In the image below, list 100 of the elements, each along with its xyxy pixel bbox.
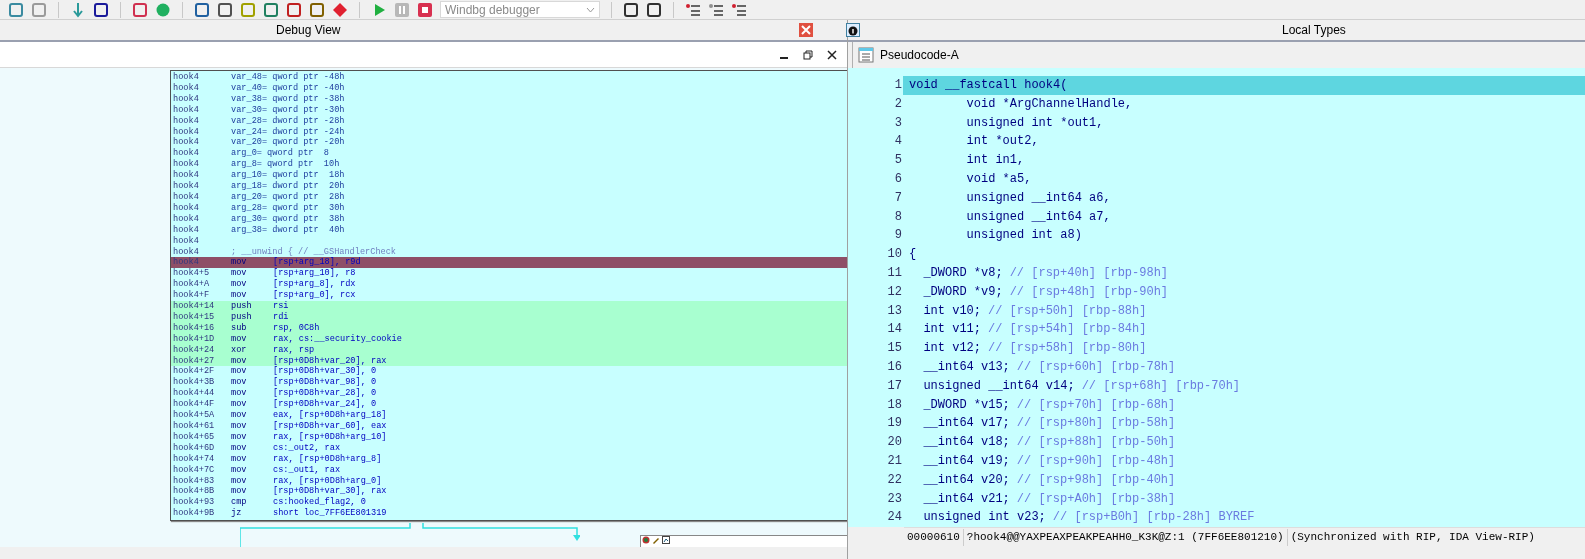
address: hook4+14: [172, 301, 216, 312]
code-text: unsigned __int64 a6,: [965, 189, 1111, 207]
mnemonic: push: [231, 301, 253, 312]
code-text: __int64 v19;: [922, 452, 1010, 470]
code-line[interactable]: 12 _DWORD *v9; // [rsp+48h] [rbp-90h]: [848, 282, 1585, 302]
status-location: ?hook4@@YAXPEAXPEAKPEAHH0_K3K@Z:1 (7FF6EE801210): [963, 529, 1288, 546]
close-button[interactable]: [799, 23, 813, 37]
disassembly-line[interactable]: hook4 arg_28= qword ptr 30h: [171, 202, 847, 214]
pseudocode-tab[interactable]: Pseudocode-A: [856, 46, 961, 64]
code-line[interactable]: 5 int in1,: [848, 151, 1585, 170]
debugger-dropdown[interactable]: Windbg debugger: [440, 1, 600, 18]
line-number: 14: [886, 321, 903, 339]
disassembly-line[interactable]: hook4+7C mov cs:_out1, rax: [171, 464, 847, 476]
disassembly-line[interactable]: hook4 var_40= qword ptr -40h: [171, 82, 847, 94]
code-comment: // [rsp+40h] [rbp-98h]: [1009, 264, 1169, 282]
code-line[interactable]: 18 _DWORD *v15; // [rsp+70h] [rbp-68h]: [848, 395, 1585, 415]
disassembly-line[interactable]: hook4 var_24= dword ptr -24h: [171, 126, 847, 138]
mnemonic: mov: [231, 268, 248, 280]
info-icon[interactable]: [846, 23, 860, 37]
disassembly-line[interactable]: hook4 var_38= qword ptr -38h: [171, 93, 847, 105]
code-comment: // [rsp+80h] [rbp-58h]: [1016, 415, 1176, 433]
code-line[interactable]: 9 unsigned int a8): [848, 226, 1585, 246]
mnemonic: push: [231, 311, 253, 323]
disassembly-line[interactable]: hook4+44 mov [rsp+0D8h+var_28], 0: [171, 388, 847, 400]
disassembly-line[interactable]: hook4+F mov [rsp+arg_0], rcx: [171, 290, 847, 302]
disassembly-line[interactable]: hook4+2F mov [rsp+0D8h+var_30], 0: [171, 366, 847, 378]
disassembly-line[interactable]: hook4: [171, 235, 847, 247]
code-line[interactable]: 10 {: [848, 245, 1585, 264]
code-line[interactable]: 2 void *ArgChannelHandle,: [848, 94, 1585, 114]
line-number: 13: [886, 302, 903, 320]
disassembly-line[interactable]: hook4+5A mov eax, [rsp+0D8h+arg_18]: [171, 410, 847, 421]
line-number: 24: [886, 509, 903, 527]
line-number: 12: [886, 283, 903, 301]
disassembly-line[interactable]: hook4 arg_38= dword ptr 40h: [171, 224, 847, 236]
operands: rsp, 0C8h: [273, 322, 320, 334]
disassembly-line[interactable]: hook4 ; __unwind { // __GSHandlerCheck: [171, 246, 847, 258]
operands: [rsp+0D8h+var_20], rax: [273, 355, 387, 366]
disassembly-line[interactable]: hook4 var_20= qword ptr -20h: [171, 137, 847, 149]
declaration: arg_20= qword ptr 28h: [231, 191, 345, 203]
disassembly-line[interactable]: hook4 arg_10= qword ptr 18h: [171, 170, 847, 182]
code-line[interactable]: 3 unsigned int *out1,: [848, 113, 1585, 133]
stop-icon[interactable]: [417, 1, 433, 18]
code-line[interactable]: 4 int *out2,: [848, 132, 1585, 152]
close-icon[interactable]: [827, 49, 837, 60]
code-text: __int64 v17;: [922, 415, 1010, 433]
code-text: unsigned __int64 v14;: [922, 377, 1075, 395]
disassembly-line[interactable]: hook4+83 mov rax, [rsp+0D8h+arg_0]: [171, 475, 847, 487]
disassembly-line[interactable]: hook4+5 mov [rsp+arg_10], r8: [171, 268, 847, 280]
disassembly-line[interactable]: hook4 arg_8= qword ptr 10h: [171, 159, 847, 171]
disassembly-line[interactable]: hook4 arg_0= qword ptr 8: [171, 148, 847, 160]
stop-sign-icon[interactable]: [332, 1, 348, 18]
disassembly-line[interactable]: hook4+93 cmp cs:hooked_flag2, 0: [171, 497, 847, 509]
code-line[interactable]: 15 int v12; // [rsp+58h] [rbp-80h]: [848, 339, 1585, 358]
disassembly-line[interactable]: hook4+9B jz short loc_7FF6EE801319: [171, 508, 847, 520]
restore-icon[interactable]: [803, 49, 813, 60]
code-text: _DWORD *v8;: [922, 264, 1003, 282]
address: hook4+3B: [172, 377, 216, 388]
line-number: 18: [886, 396, 903, 414]
disassembly-line[interactable]: hook4 var_48= qword ptr -48h: [171, 72, 847, 83]
code-line[interactable]: 20 __int64 v18; // [rsp+88h] [rbp-50h]: [848, 433, 1585, 452]
code-line[interactable]: 24 unsigned int v23; // [rsp+B0h] [rbp-28h] BYREF: [848, 508, 1585, 527]
code-line[interactable]: 14 int v11; // [rsp+54h] [rbp-84h]: [848, 320, 1585, 340]
disassembly-line[interactable]: hook4 var_28= dword ptr -28h: [171, 115, 847, 127]
code-line[interactable]: 19 __int64 v17; // [rsp+80h] [rbp-58h]: [848, 414, 1585, 434]
code-line[interactable]: 6 void *a5,: [848, 170, 1585, 189]
disassembly-line[interactable]: hook4+65 mov rax, [rsp+0D8h+arg_10]: [171, 431, 847, 443]
operands: eax, [rsp+0D8h+arg_18]: [273, 410, 387, 421]
disassembly-line[interactable]: hook4 var_30= qword ptr -30h: [171, 104, 847, 116]
code-line[interactable]: 23 __int64 v21; // [rsp+A0h] [rbp-38h]: [848, 489, 1585, 509]
step-down-icon[interactable]: [70, 1, 86, 18]
mnemonic: mov: [231, 442, 248, 454]
disassembly-line[interactable]: hook4 arg_20= qword ptr 28h: [171, 191, 847, 203]
code-line[interactable]: 13 int v10; // [rsp+50h] [rbp-88h]: [848, 301, 1585, 321]
code-line[interactable]: 11 _DWORD *v8; // [rsp+40h] [rbp-98h]: [848, 263, 1585, 283]
list-icon[interactable]: [685, 1, 701, 18]
mnemonic: mov: [231, 486, 248, 498]
close-icon: [799, 23, 813, 37]
disassembly-line[interactable]: hook4+4F mov [rsp+0D8h+var_24], 0: [171, 399, 847, 411]
disassembly-line[interactable]: hook4+61 mov [rsp+0D8h+var_60], eax: [171, 421, 847, 432]
code-line[interactable]: 16 __int64 v13; // [rsp+60h] [rbp-78h]: [848, 357, 1585, 377]
mnemonic: mov: [231, 366, 248, 378]
disassembly-line[interactable]: hook4+3B mov [rsp+0D8h+var_98], 0: [171, 377, 847, 389]
mnemonic: jz: [231, 508, 243, 520]
code-line[interactable]: 8 unsigned __int64 a7,: [848, 207, 1585, 227]
disassembly-line[interactable]: hook4+A mov [rsp+arg_8], rdx: [171, 279, 847, 291]
code-line[interactable]: 7 unsigned __int64 a6,: [848, 188, 1585, 208]
declaration: var_48= qword ptr -48h: [231, 72, 345, 83]
list-icon[interactable]: [708, 1, 724, 18]
disassembly-line[interactable]: hook4+74 mov rax, [rsp+0D8h+arg_8]: [171, 453, 847, 465]
panel-title: Debug View: [276, 22, 341, 39]
code-line[interactable]: 21 __int64 v19; // [rsp+90h] [rbp-48h]: [848, 451, 1585, 471]
operands: rax, rsp: [273, 344, 315, 356]
code-line[interactable]: 17 unsigned __int64 v14; // [rsp+68h] [rbp-70h]: [848, 376, 1585, 396]
list-icon[interactable]: [731, 1, 747, 18]
code-line[interactable]: 22 __int64 v20; // [rsp+98h] [rbp-40h]: [848, 470, 1585, 490]
disassembly-line[interactable]: hook4+6D mov cs:_out2, rax: [171, 442, 847, 454]
disassembly-line[interactable]: hook4 arg_30= qword ptr 38h: [171, 213, 847, 225]
disassembly-line[interactable]: hook4 arg_18= dword ptr 20h: [171, 181, 847, 192]
disassembly-line[interactable]: hook4+8B mov [rsp+0D8h+var_30], rax: [171, 486, 847, 498]
address: hook4: [172, 202, 200, 214]
